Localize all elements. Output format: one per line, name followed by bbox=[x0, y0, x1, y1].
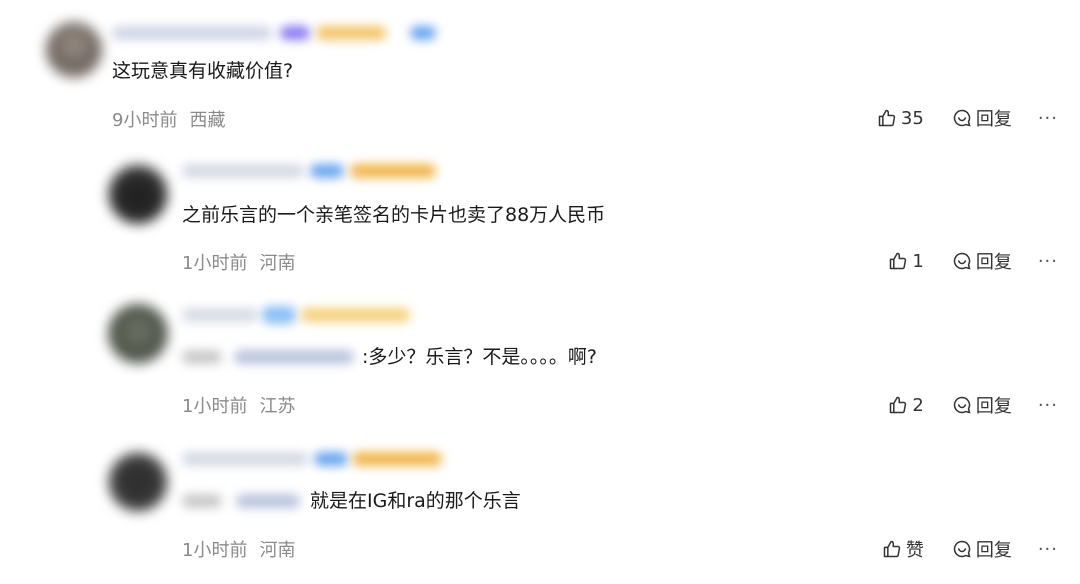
avatar[interactable] bbox=[46, 22, 102, 78]
like-count: 35 bbox=[900, 107, 924, 129]
comment-location: 西藏 bbox=[189, 110, 226, 131]
user-badge-blurred bbox=[262, 306, 296, 324]
reply-target-blurred[interactable] bbox=[182, 344, 362, 370]
user-badge-blurred bbox=[300, 308, 410, 322]
user-badge-blurred bbox=[352, 452, 442, 466]
comment-time: 1小时前 bbox=[182, 253, 248, 274]
like-button[interactable]: 赞 bbox=[882, 536, 924, 562]
username-blurred[interactable] bbox=[182, 452, 308, 466]
comment-actions: 35 回复 ··· bbox=[877, 105, 1058, 131]
comment-text: 就是在IG和ra的那个乐言 bbox=[310, 490, 521, 512]
like-count: 1 bbox=[912, 250, 924, 272]
comment-actions: 1 回复 ··· bbox=[888, 248, 1058, 274]
more-dots-icon[interactable]: ··· bbox=[1038, 251, 1058, 272]
username-blurred[interactable] bbox=[112, 26, 272, 40]
user-badge-blurred bbox=[316, 26, 386, 40]
username-blurred[interactable] bbox=[182, 164, 304, 178]
reply-item: :多少？乐言？不是。。。。啊? 1小时前 江苏 2 回复 ··· bbox=[0, 284, 1080, 428]
reply-label: 回复 bbox=[975, 396, 1012, 417]
reply-label: 回复 bbox=[975, 109, 1012, 130]
comment-actions: 2 回复 ··· bbox=[888, 392, 1058, 418]
reply-item: 就是在IG和ra的那个乐言 1小时前 河南 赞 回复 ··· bbox=[0, 428, 1080, 584]
comment-location: 河南 bbox=[259, 540, 296, 561]
comment-time: 9小时前 bbox=[112, 110, 178, 131]
comment-meta: 1小时前 江苏 bbox=[182, 392, 295, 418]
thumbs-up-icon bbox=[890, 252, 907, 270]
comment-meta: 9小时前 西藏 bbox=[112, 106, 225, 132]
comment-bubble-icon bbox=[953, 396, 971, 414]
comment-text: :多少？乐言？不是。。。。啊? bbox=[362, 346, 597, 368]
like-button[interactable]: 35 bbox=[877, 108, 924, 129]
more-dots-icon[interactable]: ··· bbox=[1038, 539, 1058, 560]
like-button[interactable]: 2 bbox=[888, 394, 924, 416]
comment-text: 这玩意真有收藏价值? bbox=[112, 60, 294, 82]
comment-bubble-icon bbox=[953, 540, 971, 558]
comment-bubble-icon bbox=[953, 252, 971, 270]
reply-label: 回复 bbox=[975, 540, 1012, 561]
thumbs-up-icon bbox=[878, 109, 896, 127]
comment-time: 1小时前 bbox=[182, 396, 248, 417]
comment-text-wrapper: :多少？乐言？不是。。。。啊? bbox=[182, 344, 597, 370]
like-button[interactable]: 1 bbox=[888, 250, 924, 272]
reply-button[interactable]: 回复 bbox=[952, 248, 1012, 274]
comment-meta: 1小时前 河南 bbox=[182, 536, 295, 562]
like-count: 2 bbox=[912, 394, 924, 416]
comment-actions: 赞 回复 ··· bbox=[882, 536, 1058, 562]
thumbs-up-icon bbox=[883, 540, 901, 558]
more-dots-icon[interactable]: ··· bbox=[1038, 108, 1058, 129]
reply-button[interactable]: 回复 bbox=[952, 536, 1012, 562]
user-badge-blurred bbox=[310, 164, 344, 178]
thumbs-up-icon bbox=[890, 396, 907, 414]
reply-button[interactable]: 回复 bbox=[952, 392, 1012, 418]
comment-location: 河南 bbox=[259, 253, 296, 274]
avatar[interactable] bbox=[108, 304, 168, 364]
user-badge-blurred bbox=[280, 26, 310, 40]
avatar[interactable] bbox=[108, 164, 168, 224]
user-badge-blurred bbox=[314, 452, 348, 466]
reply-target-blurred[interactable] bbox=[182, 488, 310, 514]
comment-text: 之前乐言的一个亲笔签名的卡片也卖了88万人民币 bbox=[182, 204, 606, 226]
like-label: 赞 bbox=[905, 540, 924, 561]
reply-item: 之前乐言的一个亲笔签名的卡片也卖了88万人民币 1小时前 河南 1 回复 ··· bbox=[0, 140, 1080, 284]
comment-item: 这玩意真有收藏价值? 9小时前 西藏 35 回复 ··· bbox=[0, 0, 1080, 140]
user-badge-blurred bbox=[350, 164, 436, 178]
reply-label: 回复 bbox=[975, 252, 1012, 273]
avatar[interactable] bbox=[108, 452, 168, 512]
reply-button[interactable]: 回复 bbox=[952, 105, 1012, 131]
username-blurred[interactable] bbox=[182, 308, 258, 322]
comment-bubble-icon bbox=[953, 109, 971, 127]
user-badge-blurred bbox=[410, 26, 436, 40]
comment-time: 1小时前 bbox=[182, 540, 248, 561]
comment-location: 江苏 bbox=[259, 396, 296, 417]
more-dots-icon[interactable]: ··· bbox=[1038, 395, 1058, 416]
comment-meta: 1小时前 河南 bbox=[182, 249, 295, 275]
comment-text-wrapper: 就是在IG和ra的那个乐言 bbox=[182, 488, 521, 514]
